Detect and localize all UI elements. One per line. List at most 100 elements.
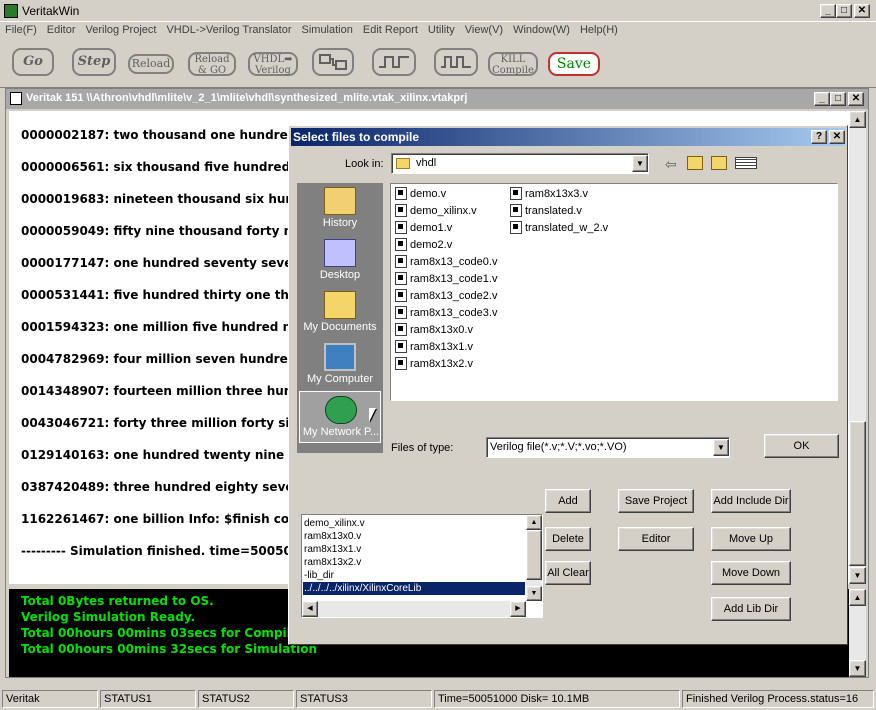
child-maximize-button[interactable]: □ <box>830 92 846 106</box>
menu-file[interactable]: File(F) <box>0 22 42 36</box>
dialog-help-button[interactable]: ? <box>811 130 827 144</box>
file-item[interactable]: ram8x13_code2.v <box>395 289 497 306</box>
selected-scroll-thumb[interactable] <box>526 530 542 580</box>
menu-editor[interactable]: Editor <box>42 22 81 36</box>
file-item[interactable]: translated.v <box>510 204 582 221</box>
up-folder-icon[interactable] <box>687 156 703 170</box>
dialog-title: Select files to compile <box>293 130 420 144</box>
selected-scroll-down-button[interactable]: ▼ <box>526 586 542 601</box>
selected-item[interactable]: ram8x13x1.v <box>304 543 361 556</box>
save-project-button[interactable]: Save Project <box>618 489 694 513</box>
file-list[interactable]: demo.v demo_xilinx.v demo1.v demo2.v ram… <box>390 183 838 401</box>
place-my-documents[interactable]: My Documents <box>299 287 381 339</box>
console-line: 0000531441: five hundred thirty one thou… <box>21 288 322 302</box>
selected-item[interactable]: ram8x13x0.v <box>304 530 361 543</box>
file-name: ram8x13x2.v <box>410 358 473 370</box>
menu-edit-report[interactable]: Edit Report <box>358 22 423 36</box>
menu-help[interactable]: Help(H) <box>575 22 623 36</box>
menu-bar: File(F) Editor Verilog Project VHDL->Verilo… <box>0 22 876 41</box>
file-item[interactable]: ram8x13x2.v <box>395 357 473 374</box>
maximize-button[interactable]: □ <box>836 4 852 18</box>
menu-vhdl-translator[interactable]: VHDL->Verilog Translator <box>161 22 296 36</box>
menu-simulation[interactable]: Simulation <box>297 22 358 36</box>
reload-button[interactable]: Reload <box>128 54 174 74</box>
go-button[interactable]: Go <box>12 48 54 76</box>
menu-utility[interactable]: Utility <box>423 22 460 36</box>
file-item[interactable]: demo2.v <box>395 238 452 255</box>
look-in-combo[interactable]: vhdl ▼ <box>391 153 649 174</box>
scroll-down-button[interactable]: ▼ <box>849 567 866 584</box>
reload-go-button[interactable]: Reload & GO <box>188 52 236 76</box>
file-name: ram8x13_code0.v <box>410 256 498 268</box>
minimize-button[interactable]: _ <box>820 4 836 18</box>
console-scrollbar[interactable]: ▲ ▼ <box>849 111 866 584</box>
delete-button[interactable]: Delete <box>545 527 591 551</box>
move-down-button[interactable]: Move Down <box>711 561 791 585</box>
menu-window[interactable]: Window(W) <box>508 22 575 36</box>
ok-button[interactable]: OK <box>764 434 839 458</box>
all-clear-button[interactable]: All Clear <box>545 561 591 585</box>
kill-line1: KILL <box>500 54 526 65</box>
place-desktop[interactable]: Desktop <box>299 235 381 287</box>
selected-item-highlighted[interactable]: ../../../../xilinx/XilinxCoreLib <box>303 582 525 595</box>
dialog-close-button[interactable]: ✕ <box>829 130 845 144</box>
place-my-computer[interactable]: My Computer <box>299 339 381 391</box>
waveform-button[interactable] <box>372 48 416 76</box>
kill-compile-button[interactable]: KILL Compile <box>488 52 538 76</box>
menu-view[interactable]: View(V) <box>460 22 508 36</box>
selected-scroll-up-button[interactable]: ▲ <box>526 515 542 530</box>
console-line: 0000177147: one hundred seventy seven th <box>21 256 320 270</box>
selected-item[interactable]: demo_xilinx.v <box>304 517 365 530</box>
selected-list-vscroll[interactable]: ▲ ▼ <box>526 515 542 601</box>
add-lib-dir-button[interactable]: Add Lib Dir <box>711 597 791 621</box>
add-button[interactable]: Add <box>545 489 591 513</box>
selected-scroll-left-button[interactable]: ◀ <box>302 601 318 617</box>
back-icon[interactable]: ⇦ <box>665 156 677 173</box>
console-line: 0129140163: one hundred twenty nine mill <box>21 448 314 462</box>
file-item[interactable]: translated_w_2.v <box>510 221 608 238</box>
child-close-button[interactable]: ✕ <box>848 92 864 106</box>
file-item[interactable]: demo1.v <box>395 221 452 238</box>
look-in-dropdown-button[interactable]: ▼ <box>632 155 648 172</box>
close-button[interactable]: ✕ <box>854 4 870 18</box>
waveform2-button[interactable] <box>434 48 478 76</box>
hierarchy-button[interactable] <box>312 48 354 76</box>
selected-item[interactable]: ram8x13x2.v <box>304 556 361 569</box>
file-item[interactable]: demo_xilinx.v <box>395 204 477 221</box>
files-of-type-combo[interactable]: Verilog file(*.v;*.V;*.vo;*.VO) ▼ <box>486 437 730 458</box>
files-of-type-dropdown-button[interactable]: ▼ <box>713 439 729 456</box>
file-item[interactable]: ram8x13_code0.v <box>395 255 497 272</box>
output-scroll-up-button[interactable]: ▲ <box>849 589 866 606</box>
child-minimize-button[interactable]: _ <box>814 92 830 106</box>
place-desktop-label: Desktop <box>319 269 361 281</box>
file-item[interactable]: ram8x13x3.v <box>510 187 588 204</box>
output-scrollbar[interactable]: ▲ ▼ <box>849 589 866 677</box>
move-up-button[interactable]: Move Up <box>711 527 791 551</box>
scroll-up-button[interactable]: ▲ <box>849 111 866 128</box>
file-item[interactable]: ram8x13x0.v <box>395 323 473 340</box>
place-history[interactable]: History <box>299 183 381 235</box>
selected-item[interactable]: -lib_dir <box>304 569 334 582</box>
selected-files-list[interactable]: demo_xilinx.v ram8x13x0.v ram8x13x1.v ra… <box>301 514 543 618</box>
file-item[interactable]: ram8x13_code1.v <box>395 272 497 289</box>
output-scroll-down-button[interactable]: ▼ <box>849 660 866 677</box>
menu-verilog-project[interactable]: Verilog Project <box>81 22 162 36</box>
app-title-bar: VeritakWin _ □ ✕ <box>0 0 876 22</box>
step-button[interactable]: Step <box>72 48 116 76</box>
vhdl-verilog-button[interactable]: VHDL➡ Verilog <box>248 52 298 76</box>
file-item[interactable]: ram8x13x1.v <box>395 340 473 357</box>
file-item[interactable]: ram8x13_code3.v <box>395 306 497 323</box>
kill-line2: Compile <box>492 65 534 76</box>
scroll-thumb[interactable] <box>849 421 866 566</box>
add-include-dir-button[interactable]: Add Include Dir <box>711 489 791 513</box>
save-button[interactable]: Save <box>548 52 600 76</box>
view-menu-icon[interactable] <box>735 157 757 169</box>
dialog-title-bar: Select files to compile ? ✕ <box>291 128 845 146</box>
selected-list-hscroll[interactable]: ◀ ▶ <box>302 601 526 617</box>
status-3: STATUS3 <box>296 690 432 708</box>
new-folder-icon[interactable] <box>711 156 727 170</box>
file-item[interactable]: demo.v <box>395 187 446 204</box>
selected-scroll-right-button[interactable]: ▶ <box>510 601 526 617</box>
editor-button[interactable]: Editor <box>618 527 694 551</box>
console-title-bar: Veritak 151 \\Athron\vhdl\mlite\v_2_1\ml… <box>6 89 868 109</box>
